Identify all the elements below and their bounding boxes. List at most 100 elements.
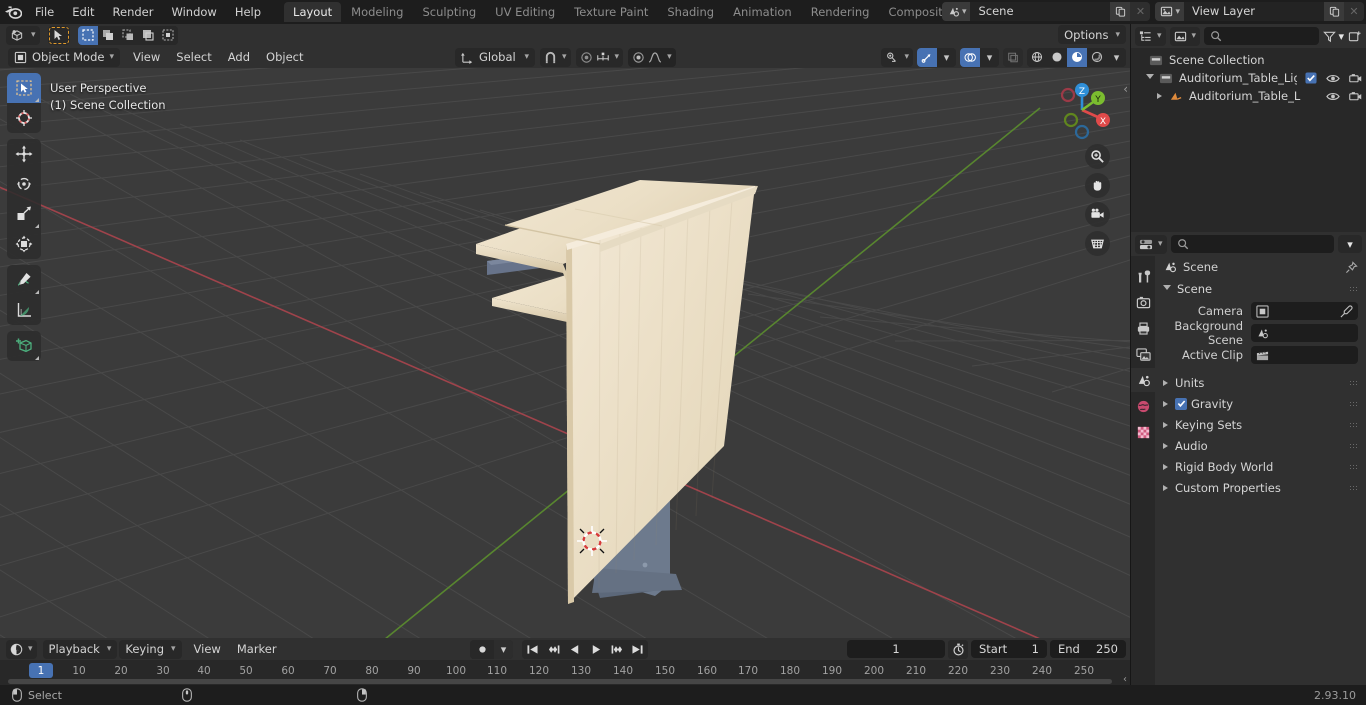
render-camera-icon[interactable]	[1349, 91, 1362, 102]
select-box-icon[interactable]	[77, 25, 98, 45]
scene-name-field[interactable]: Scene	[970, 2, 1111, 21]
gizmo-icon[interactable]	[917, 47, 937, 67]
properties-options-dropdown[interactable]: ▾	[1338, 235, 1362, 253]
current-frame-field[interactable]: 1	[847, 640, 945, 658]
viewport-menu-add[interactable]: Add	[220, 48, 258, 67]
viewport-menu-view[interactable]: View	[125, 48, 168, 67]
add-cube-tool-button[interactable]	[7, 331, 41, 361]
transform-orientation-selector[interactable]: Global ▾	[455, 47, 535, 67]
navigation-gizmo[interactable]: Z Y X	[1048, 76, 1116, 144]
disclosure-triangle-right-icon[interactable]	[1163, 421, 1168, 428]
rotate-tool-button[interactable]	[7, 169, 41, 199]
frame-end-field[interactable]: End 250	[1050, 640, 1126, 658]
select-subtract-icon[interactable]	[117, 25, 138, 45]
scale-tool-button[interactable]	[7, 199, 41, 229]
object-mode-selector[interactable]: Object Mode ▾	[8, 47, 120, 67]
snap-increment-icon[interactable]	[596, 51, 610, 63]
workspace-tab-animation[interactable]: Animation	[724, 2, 801, 22]
new-collection-icon[interactable]	[1348, 30, 1362, 43]
timeline-playhead[interactable]: 1	[29, 663, 53, 678]
overlays-icon[interactable]	[960, 47, 980, 67]
smooth-falloff-icon[interactable]	[648, 51, 662, 63]
disclosure-triangle-right-icon[interactable]	[1163, 400, 1168, 407]
scene-icon[interactable]: ▾	[941, 2, 971, 21]
select-extend-icon[interactable]	[97, 25, 118, 45]
select-invert-icon[interactable]	[137, 25, 158, 45]
outliner-filter-button[interactable]: ▾	[1323, 30, 1344, 43]
annotate-tool-button[interactable]	[7, 265, 41, 295]
jump-to-start-icon[interactable]	[522, 639, 543, 659]
editor-type-selector[interactable]: ▾	[6, 25, 40, 45]
jump-to-end-icon[interactable]	[627, 639, 648, 659]
stopwatch-icon[interactable]	[948, 639, 968, 659]
tab-texture[interactable]	[1131, 420, 1155, 444]
disclosure-triangle-right-icon[interactable]	[1163, 442, 1168, 449]
outliner-row-collection-auditorium[interactable]: Auditorium_Table_Light_Wood	[1131, 69, 1366, 87]
timeline-menu-playback[interactable]: Playback ▾	[42, 639, 118, 659]
viewport-menu-object[interactable]: Object	[258, 48, 311, 67]
tab-view-layer[interactable]	[1131, 342, 1155, 366]
measure-tool-button[interactable]	[7, 295, 41, 325]
record-dropdown-icon[interactable]: ▾	[494, 639, 513, 659]
disclosure-triangle-right-icon[interactable]	[1153, 93, 1166, 99]
scene-panel-header[interactable]: Scene	[1155, 278, 1366, 300]
gizmo-dropdown-icon[interactable]: ▾	[937, 47, 956, 67]
workspace-tab-sculpting[interactable]: Sculpting	[413, 2, 485, 22]
unlink-scene-icon[interactable]: ✕	[1130, 2, 1151, 21]
checkbox-icon[interactable]	[1305, 72, 1317, 84]
rendered-shading-icon[interactable]	[1087, 47, 1107, 67]
view-layer-name-field[interactable]: View Layer	[1184, 2, 1324, 21]
menu-file[interactable]: File	[26, 3, 63, 21]
play-reverse-icon[interactable]	[564, 639, 585, 659]
outliner-display-mode-icon[interactable]: ▾	[1135, 26, 1166, 46]
wireframe-shading-icon[interactable]	[1027, 47, 1047, 67]
3d-viewport[interactable]: User Perspective (1) Scene Collection Z …	[0, 68, 1130, 638]
menu-help[interactable]: Help	[226, 3, 270, 21]
outliner-id-type-icon[interactable]: ▾	[1169, 26, 1201, 46]
timeline-editor-icon[interactable]: ▾	[6, 639, 37, 659]
blender-logo-icon[interactable]	[0, 0, 26, 24]
workspace-tab-modeling[interactable]: Modeling	[342, 2, 412, 22]
transform-tool-button[interactable]	[7, 229, 41, 259]
timeline-horizontal-scrollbar[interactable]	[8, 679, 1112, 684]
zoom-icon[interactable]	[1085, 144, 1110, 169]
shading-dropdown-icon[interactable]: ▾	[1107, 47, 1126, 67]
jump-next-keyframe-icon[interactable]	[606, 639, 627, 659]
outliner-row-scene-collection[interactable]: Scene Collection	[1131, 51, 1366, 69]
timeline-menu-marker[interactable]: Marker	[229, 640, 285, 659]
workspace-tab-layout[interactable]: Layout	[284, 2, 342, 22]
new-viewlayer-icon[interactable]	[1324, 2, 1344, 21]
options-dropdown[interactable]: Options ▾	[1058, 25, 1126, 44]
timeline-collapse-arrow-icon[interactable]: ‹	[1123, 674, 1127, 685]
tweak-tool-button[interactable]	[7, 73, 41, 103]
eye-visibility-icon[interactable]	[1326, 91, 1340, 102]
panel-disclosure-icon[interactable]	[1163, 285, 1171, 293]
sidebar-collapse-arrow-icon[interactable]: ‹	[1123, 82, 1128, 96]
active-clip-field[interactable]	[1251, 346, 1358, 364]
properties-search-input[interactable]	[1170, 235, 1334, 253]
hand-pan-icon[interactable]	[1085, 173, 1110, 198]
move-tool-button[interactable]	[7, 139, 41, 169]
section-custom-properties[interactable]: Custom Properties	[1155, 477, 1366, 498]
proportional-falloff-selector[interactable]: ▾	[628, 47, 676, 67]
outliner-search-input[interactable]	[1204, 27, 1320, 45]
menu-render[interactable]: Render	[104, 3, 163, 21]
section-audio[interactable]: Audio	[1155, 435, 1366, 456]
camera-icon[interactable]	[1085, 202, 1110, 227]
scene-selector[interactable]: ▾ Scene ✕	[941, 2, 1151, 21]
tab-world[interactable]	[1131, 394, 1155, 418]
disclosure-triangle-right-icon[interactable]	[1163, 379, 1168, 386]
xray-toggle-icon[interactable]	[1003, 47, 1023, 67]
section-gravity[interactable]: Gravity	[1155, 393, 1366, 414]
outliner-row-object-auditorium[interactable]: Auditorium_Table_Light_W	[1131, 87, 1366, 105]
material-preview-shading-icon[interactable]	[1067, 47, 1087, 67]
workspace-tab-shading[interactable]: Shading	[658, 2, 723, 22]
tab-render[interactable]	[1131, 290, 1155, 314]
disclosure-triangle-down-icon[interactable]	[1143, 74, 1156, 82]
section-rigid-body-world[interactable]: Rigid Body World	[1155, 456, 1366, 477]
workspace-tab-rendering[interactable]: Rendering	[802, 2, 879, 22]
workspace-tab-uv-editing[interactable]: UV Editing	[486, 2, 564, 22]
tab-scene[interactable]	[1131, 368, 1155, 392]
view-layer-selector[interactable]: ▾ View Layer ✕	[1155, 2, 1364, 21]
perspective-ortho-icon[interactable]	[1085, 231, 1110, 256]
